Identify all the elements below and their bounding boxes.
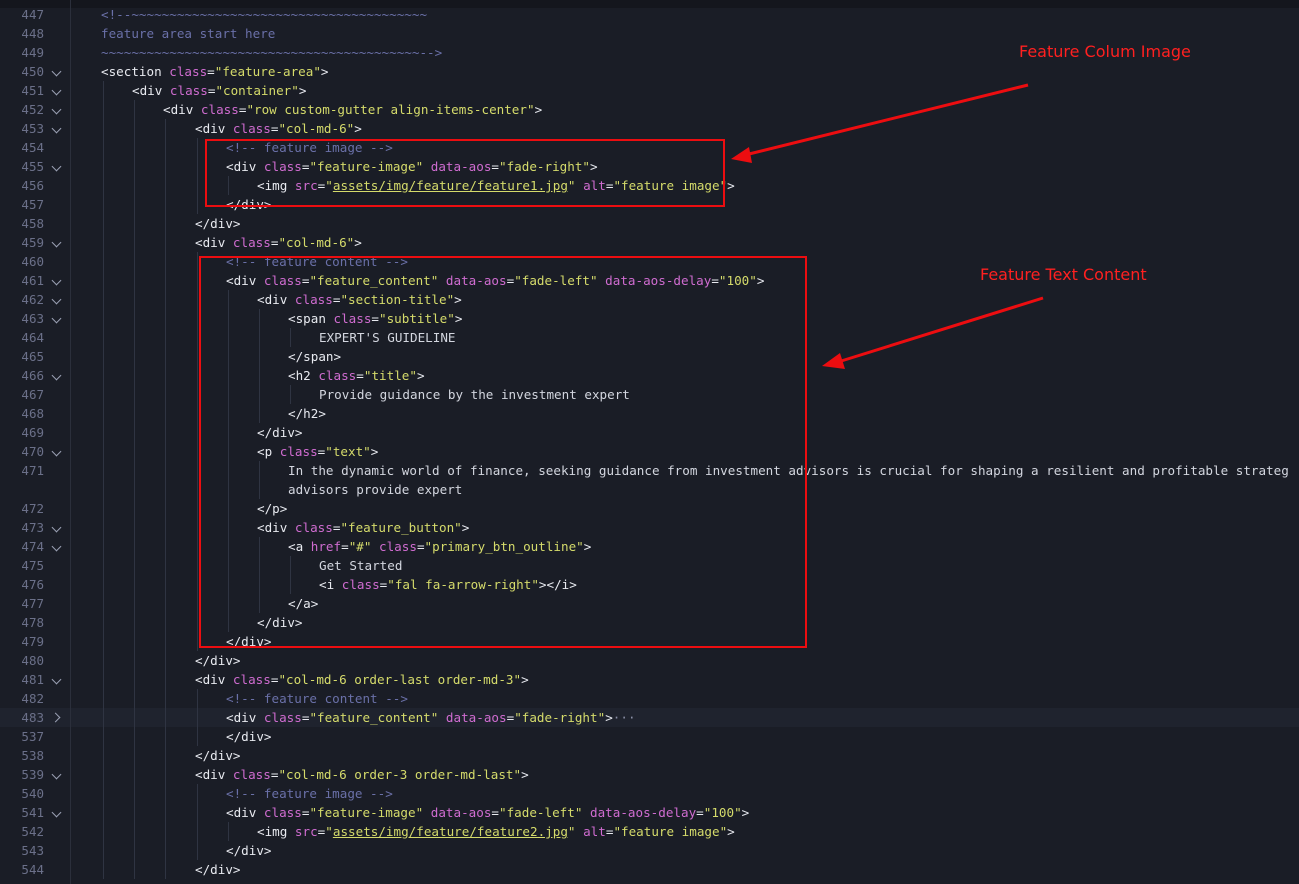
feature-image-arrow-head <box>731 147 752 163</box>
annotation-arrows <box>731 83 1044 369</box>
feature-image-arrow-line <box>744 83 1029 157</box>
feature-text-annotation-label: Feature Text Content <box>980 265 1147 284</box>
feature-image-annotation-label: Feature Colum Image <box>1019 42 1191 61</box>
feature-text-arrow-head <box>822 353 845 369</box>
code-editor[interactable]: 447 <!--~~~~~~~~~~~~~~~~~~~~~~~~~~~~~~~~~… <box>0 0 1299 884</box>
feature-text-arrow-line <box>837 296 1044 364</box>
